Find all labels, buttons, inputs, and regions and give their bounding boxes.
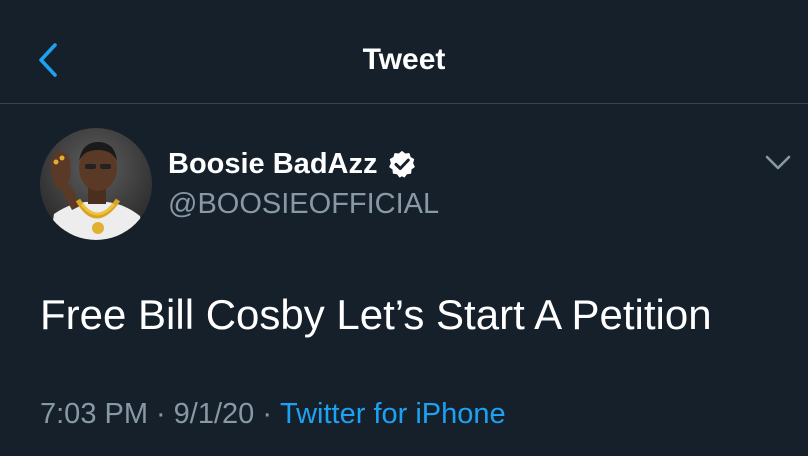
avatar[interactable]: [40, 128, 152, 240]
tweet-detail-screen: Tweet Boosie BadAzz @BOOSIEOFFICIAL Free…: [0, 0, 808, 456]
author-display-name[interactable]: Boosie BadAzz: [168, 146, 377, 182]
tweet-text: Free Bill Cosby Let’s Start A Petition: [40, 291, 712, 338]
author-name-row: Boosie BadAzz: [168, 145, 417, 183]
tweet-metadata: 7:03 PM · 9/1/20 · Twitter for iPhone: [40, 394, 506, 434]
chevron-down-icon: [765, 155, 791, 170]
chevron-left-icon: [39, 43, 57, 77]
tweet-options-button[interactable]: [760, 148, 796, 178]
verified-badge-icon: [389, 150, 416, 178]
navigation-bar: Tweet: [0, 0, 808, 104]
avatar-image: [40, 128, 152, 240]
tweet-date: 9/1/20: [173, 398, 255, 430]
tweet-source-link[interactable]: Twitter for iPhone: [280, 398, 506, 430]
tweet-time: 7:03 PM: [40, 398, 148, 430]
meta-separator: ·: [262, 398, 272, 430]
back-button[interactable]: [28, 38, 68, 82]
meta-separator: ·: [156, 398, 166, 430]
page-title: Tweet: [362, 43, 446, 76]
author-handle[interactable]: @BOOSIEOFFICIAL: [168, 186, 439, 222]
